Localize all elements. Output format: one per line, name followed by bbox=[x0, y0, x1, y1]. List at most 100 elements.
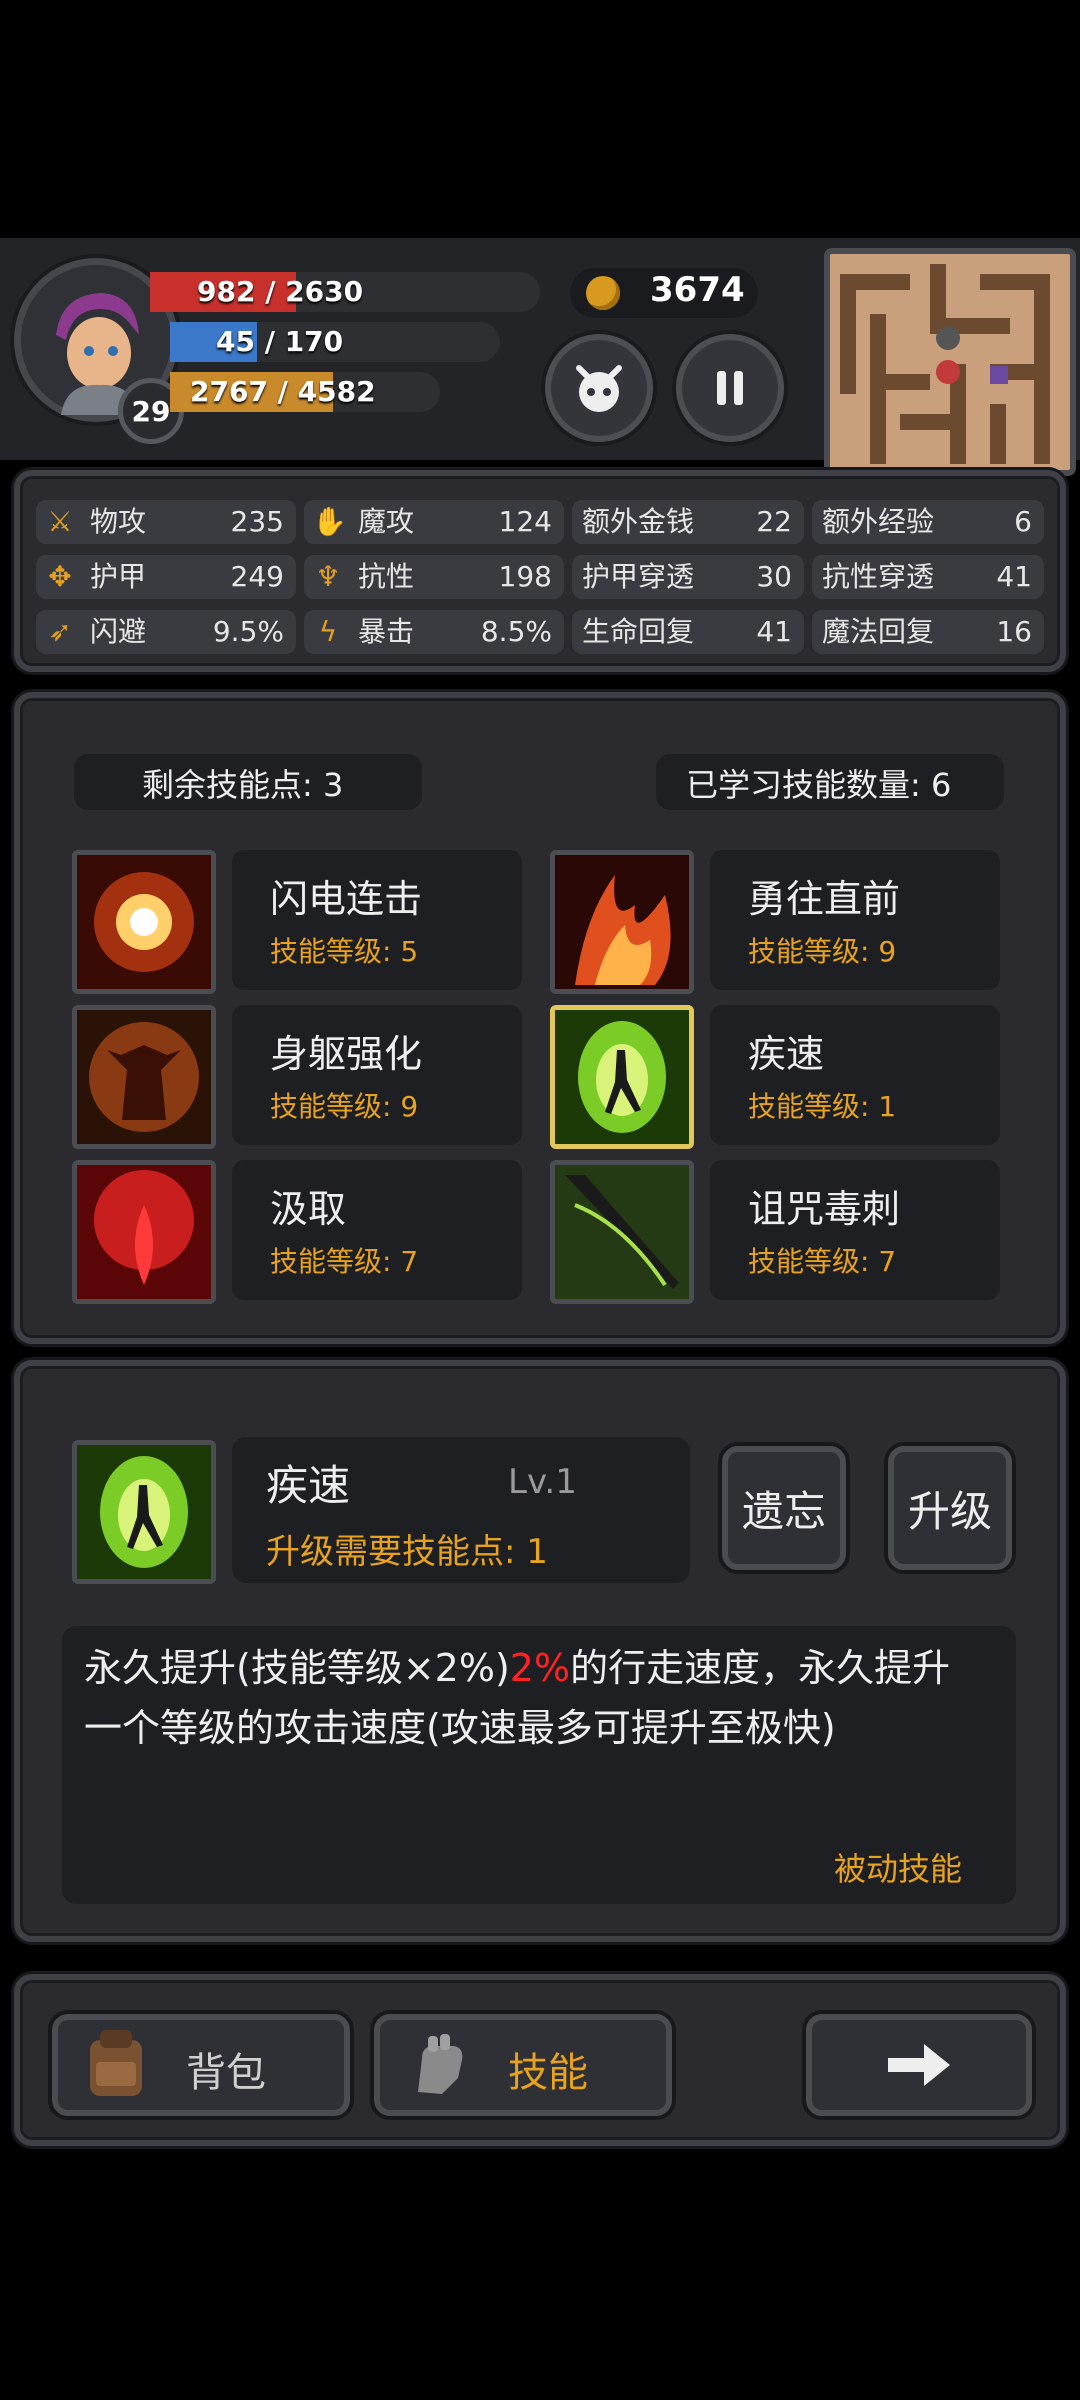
stat-value: 41 bbox=[756, 615, 792, 648]
stat-9: ➶ 闪避 9.5% bbox=[36, 610, 296, 654]
maze-map-icon bbox=[840, 264, 1050, 464]
skill-level: 技能等级: 7 bbox=[748, 1245, 897, 1278]
skill-slot-2[interactable] bbox=[550, 850, 694, 994]
skill-name: 闪电连击 bbox=[270, 877, 423, 921]
description-text: 永久提升(技能等级×2%) bbox=[84, 1646, 510, 1690]
stat-value: 16 bbox=[996, 615, 1032, 648]
gold-amount: 3674 bbox=[650, 270, 745, 310]
mp-text: 45 / 170 bbox=[216, 325, 344, 358]
stat-name: 魔法回复 bbox=[822, 615, 935, 648]
upgrade-cost: 升级需要技能点: 1 bbox=[266, 1532, 548, 1572]
stat-name: 魔攻 bbox=[358, 505, 415, 538]
stat-12: 魔法回复 16 bbox=[812, 610, 1044, 654]
devil-face-icon bbox=[576, 365, 622, 412]
resist-icon: ♆ bbox=[315, 560, 341, 593]
skill-name: 身躯强化 bbox=[270, 1032, 423, 1076]
stat-name: 抗性穿透 bbox=[822, 560, 935, 593]
stat-value: 198 bbox=[498, 560, 552, 593]
skill-card-4[interactable]: 疾速 技能等级: 1 bbox=[710, 1005, 1000, 1145]
stat-name: 生命回复 bbox=[582, 615, 695, 648]
stat-name: 闪避 bbox=[90, 615, 147, 648]
pause-icon bbox=[717, 371, 743, 405]
stat-8: 抗性穿透 41 bbox=[812, 555, 1044, 599]
skill-name: 疾速 bbox=[748, 1032, 825, 1076]
detail-skill-lv: Lv.1 bbox=[508, 1462, 577, 1502]
minimap[interactable] bbox=[824, 248, 1076, 476]
stat-7: 护甲穿透 30 bbox=[572, 555, 804, 599]
stat-value: 124 bbox=[498, 505, 552, 538]
skill-level: 技能等级: 9 bbox=[748, 935, 897, 968]
xp-text: 2767 / 4582 bbox=[190, 375, 376, 408]
skill-description: 永久提升(技能等级×2%)2%的行走速度，永久提升一个等级的攻击速度(攻速最多可… bbox=[84, 1638, 984, 1758]
skill-level: 技能等级: 5 bbox=[270, 935, 419, 968]
pet-button[interactable] bbox=[545, 334, 653, 442]
skill-card-6[interactable]: 诅咒毒刺 技能等级: 7 bbox=[710, 1160, 1000, 1300]
arrow-right-icon bbox=[888, 2044, 950, 2086]
skill-card-1[interactable]: 闪电连击 技能等级: 5 bbox=[232, 850, 522, 990]
skill-card-2[interactable]: 勇往直前 技能等级: 9 bbox=[710, 850, 1000, 990]
lightning-icon: ϟ bbox=[318, 615, 338, 648]
stat-name: 额外金钱 bbox=[582, 505, 695, 538]
detail-skill-icon bbox=[72, 1440, 216, 1584]
stat-5: ✥ 护甲 249 bbox=[36, 555, 296, 599]
stat-value: 22 bbox=[756, 505, 792, 538]
stat-name: 额外经验 bbox=[822, 505, 935, 538]
remaining-points: 剩余技能点: 3 bbox=[142, 766, 344, 804]
paw-armor-icon: ✥ bbox=[48, 560, 72, 593]
skill-slot-6[interactable] bbox=[550, 1160, 694, 1304]
bag-tab-label: 背包 bbox=[186, 2050, 266, 2096]
stat-name: 护甲 bbox=[90, 560, 147, 593]
description-highlight: 2% bbox=[509, 1646, 571, 1690]
stat-4: 额外经验 6 bbox=[812, 500, 1044, 544]
skill-slot-1[interactable] bbox=[72, 850, 216, 994]
skill-slot-3[interactable] bbox=[72, 1005, 216, 1149]
gold-coin-icon bbox=[586, 276, 620, 310]
stat-name: 抗性 bbox=[358, 560, 415, 593]
flame-icon bbox=[555, 855, 689, 989]
skill-slot-4-selected[interactable] bbox=[550, 1005, 694, 1149]
skill-level: 技能等级: 1 bbox=[748, 1090, 897, 1123]
stat-3: 额外金钱 22 bbox=[572, 500, 804, 544]
sword-icon: ⚔ bbox=[47, 505, 73, 538]
stat-6: ♆ 抗性 198 bbox=[304, 555, 564, 599]
skill-card-5[interactable]: 汲取 技能等级: 7 bbox=[232, 1160, 522, 1300]
stat-10: ϟ 暴击 8.5% bbox=[304, 610, 564, 654]
skill-name: 勇往直前 bbox=[748, 877, 901, 921]
bag-tab[interactable]: 背包 bbox=[52, 2014, 350, 2116]
skill-type-label: 被动技能 bbox=[834, 1850, 963, 1888]
haste-runner-icon bbox=[555, 1010, 689, 1144]
upgrade-button[interactable]: 升级 bbox=[888, 1446, 1012, 1570]
pause-button[interactable] bbox=[676, 334, 784, 442]
learned-count: 已学习技能数量: 6 bbox=[686, 766, 952, 804]
poison-blade-icon bbox=[555, 1165, 689, 1299]
magic-hand-icon: ✋ bbox=[312, 505, 347, 538]
blood-drop-icon bbox=[77, 1165, 211, 1299]
lightning-burst-icon bbox=[77, 855, 211, 989]
skill-level: 技能等级: 9 bbox=[270, 1090, 419, 1123]
skills-tab-active[interactable]: 技能 bbox=[374, 2014, 672, 2116]
forget-button[interactable]: 遗忘 bbox=[722, 1446, 846, 1570]
stat-name: 护甲穿透 bbox=[582, 560, 695, 593]
next-button[interactable] bbox=[806, 2014, 1032, 2116]
stat-11: 生命回复 41 bbox=[572, 610, 804, 654]
stat-value: 6 bbox=[1014, 505, 1032, 538]
skill-card-3[interactable]: 身躯强化 技能等级: 9 bbox=[232, 1005, 522, 1145]
stat-value: 41 bbox=[996, 560, 1032, 593]
haste-runner-icon bbox=[77, 1445, 211, 1579]
skill-name: 汲取 bbox=[270, 1187, 347, 1231]
dodge-runner-icon: ➶ bbox=[48, 615, 72, 648]
hp-text: 982 / 2630 bbox=[197, 275, 364, 308]
stat-name: 暴击 bbox=[358, 615, 415, 648]
skill-slot-5[interactable] bbox=[72, 1160, 216, 1304]
stat-value: 30 bbox=[756, 560, 792, 593]
stat-value: 249 bbox=[230, 560, 284, 593]
skill-level: 技能等级: 7 bbox=[270, 1245, 419, 1278]
stat-1: ⚔ 物攻 235 bbox=[36, 500, 296, 544]
skills-tab-label: 技能 bbox=[508, 2050, 588, 2096]
demon-body-icon bbox=[77, 1010, 211, 1144]
stat-value: 9.5% bbox=[212, 615, 284, 648]
stat-value: 235 bbox=[230, 505, 284, 538]
stat-name: 物攻 bbox=[90, 505, 147, 538]
backpack-icon bbox=[90, 2030, 142, 2096]
stat-value: 8.5% bbox=[480, 615, 552, 648]
